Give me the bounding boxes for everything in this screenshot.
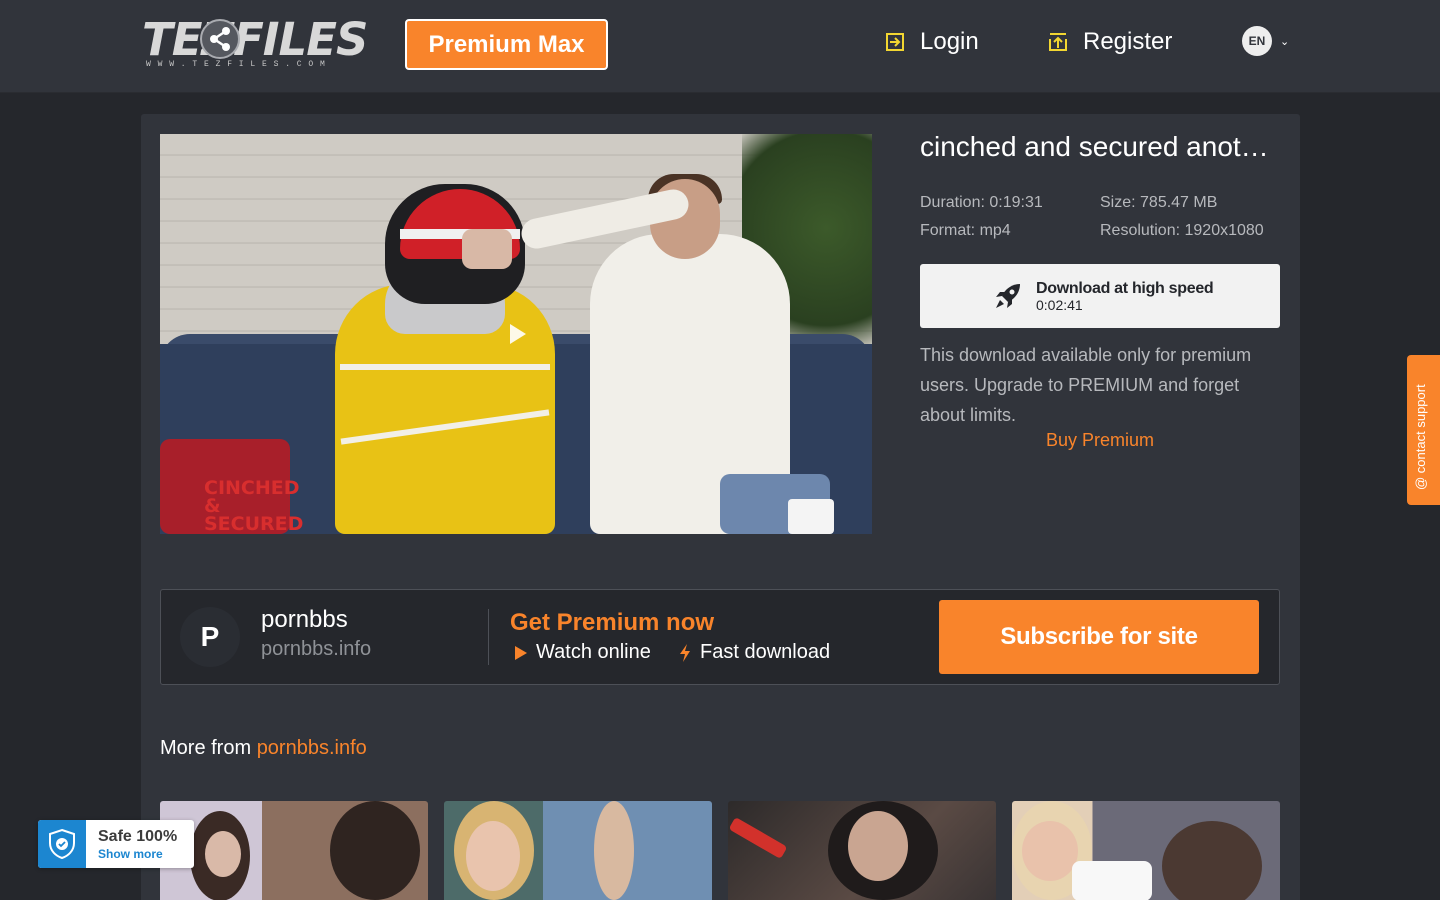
file-format: Format: mp4 <box>920 222 1011 239</box>
rocket-icon <box>996 284 1020 308</box>
contact-support-label[interactable]: @ contact support <box>1413 384 1428 490</box>
login-link[interactable]: Login <box>884 24 979 60</box>
login-icon <box>886 33 904 51</box>
file-duration: Duration: 0:19:31 <box>920 194 1043 211</box>
register-link[interactable]: Register <box>1047 24 1172 60</box>
login-label: Login <box>920 28 979 55</box>
feature-fast-label: Fast download <box>700 641 831 663</box>
chevron-down-icon: ⌄ <box>1280 35 1290 48</box>
premium-max-button[interactable]: Premium Max <box>405 19 608 70</box>
video-thumbnail[interactable]: CINCHED & SECURED <box>160 134 872 534</box>
site-name: pornbbs <box>261 606 348 633</box>
related-video-thumbnail[interactable] <box>160 801 428 900</box>
feature-watch-online: Watch online <box>514 641 651 664</box>
register-icon <box>1049 33 1067 51</box>
thumbnail-watermark: CINCHED & SECURED <box>204 477 304 534</box>
logo-subtitle: WWW.TEZFILES.COM <box>146 60 332 69</box>
safe-show-more-link[interactable]: Show more <box>98 847 163 861</box>
shield-check-icon <box>38 820 86 868</box>
share-icon <box>200 19 240 59</box>
play-icon[interactable] <box>510 324 526 344</box>
more-from-prefix: More from <box>160 737 257 759</box>
language-selector[interactable]: EN ⌄ <box>1242 26 1289 56</box>
get-premium-heading: Get Premium now <box>510 609 715 636</box>
lightning-icon <box>680 643 690 662</box>
more-from-heading: More from pornbbs.info <box>160 737 367 760</box>
feature-watch-label: Watch online <box>536 641 651 663</box>
play-triangle-icon <box>515 645 527 660</box>
safe-title: Safe 100% <box>98 828 178 845</box>
feature-fast-download: Fast download <box>678 641 830 664</box>
logo-text: TEZFILES <box>142 13 368 66</box>
site-avatar: P <box>180 607 240 667</box>
related-video-thumbnail[interactable] <box>728 801 996 900</box>
premium-notice: This download available only for premium… <box>920 345 1252 425</box>
site-domain: pornbbs.info <box>261 638 372 660</box>
divider <box>488 609 489 665</box>
related-video-thumbnail[interactable] <box>1012 801 1280 900</box>
file-resolution: Resolution: 1920x1080 <box>1100 222 1264 239</box>
download-label: Download at high speed <box>1036 279 1214 297</box>
file-title: cinched and secured anot… <box>920 131 1269 162</box>
related-video-thumbnail[interactable] <box>444 801 712 900</box>
file-size: Size: 785.47 MB <box>1100 194 1218 211</box>
site-logo[interactable]: TEZFILES WWW.TEZFILES.COM <box>142 16 368 72</box>
safe-badge[interactable]: Safe 100% Show more <box>38 820 194 868</box>
top-header: TEZFILES WWW.TEZFILES.COM Premium Max Lo… <box>0 0 1440 93</box>
buy-premium-link[interactable]: Buy Premium <box>920 430 1280 451</box>
download-time: 0:02:41 <box>1036 296 1083 313</box>
language-badge: EN <box>1242 26 1272 56</box>
register-label: Register <box>1083 28 1173 55</box>
download-high-speed-button[interactable]: Download at high speed 0:02:41 <box>920 264 1280 328</box>
more-from-site-link[interactable]: pornbbs.info <box>257 737 367 759</box>
subscribe-for-site-button[interactable]: Subscribe for site <box>939 600 1259 674</box>
